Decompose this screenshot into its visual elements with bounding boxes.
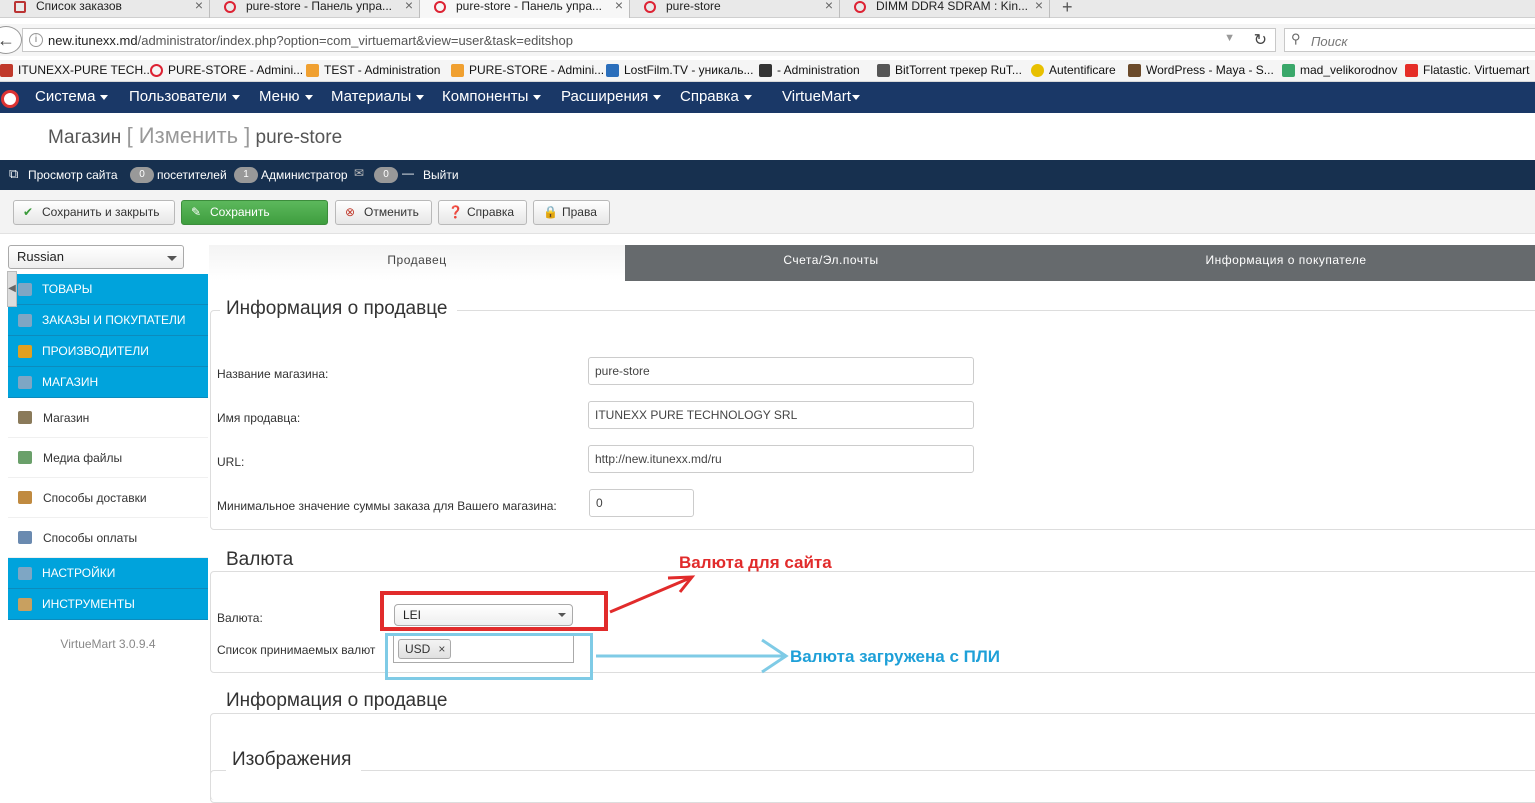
red-arrow-icon: [609, 575, 696, 614]
annotation-site-currency: Валюта для сайта: [679, 553, 832, 572]
annotation-loaded-currency: Валюта загружена с ПЛИ: [790, 647, 1000, 666]
annotation-arrows: [596, 575, 789, 674]
blue-arrow-icon: [596, 638, 789, 674]
